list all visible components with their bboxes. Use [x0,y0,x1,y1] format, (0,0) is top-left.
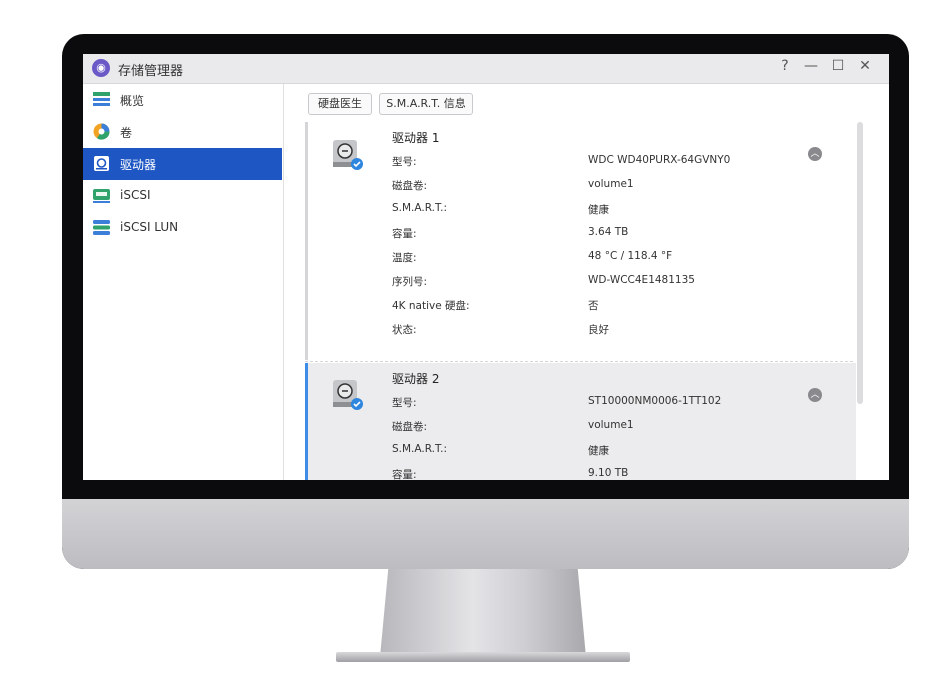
sidebar: 概览 卷 驱动器 iSCSI iSCSI LUN [83,84,284,480]
disk-doctor-button[interactable]: 硬盘医生 [308,93,372,115]
monitor-chin [62,499,909,569]
sidebar-item-iscsi[interactable]: iSCSI [83,180,282,212]
drive-field-label: 磁盘卷: [392,180,428,192]
hard-drive-icon [332,378,363,410]
help-button[interactable]: ? [775,58,795,74]
drive-icon [93,155,110,172]
monitor-bezel: ◉ 存储管理器 ? — ☐ ✕ 概览 卷 驱动器 iSCSI iSCSI LUN… [62,34,909,569]
drive-field-label: 4K native 硬盘: [392,300,470,312]
drive-field-label: S.M.A.R.T.: [392,202,448,214]
drive-field-label: 序列号: [392,276,428,288]
drive-field-value: 否 [588,300,599,312]
title-bar: ◉ 存储管理器 ? — ☐ ✕ [83,54,889,84]
scrollbar[interactable] [857,122,863,404]
smart-info-button[interactable]: S.M.A.R.T. 信息 [379,93,473,115]
sidebar-item-label: iSCSI LUN [120,220,179,234]
monitor-stand-neck [380,569,586,657]
minimize-button[interactable]: — [801,58,821,74]
drive-field-value: ST10000NM0006-1TT102 [588,395,722,407]
app-title: 存储管理器 [118,64,184,79]
hard-drive-icon [332,138,363,170]
overview-icon [93,91,110,108]
drive-card-2[interactable]: 驱动器 2 ︿ 型号: ST10000NM0006-1TT102 磁盘卷: vo… [305,363,856,480]
volume-pie-icon [93,123,110,140]
screen: ◉ 存储管理器 ? — ☐ ✕ 概览 卷 驱动器 iSCSI iSCSI LUN… [83,54,889,480]
sidebar-item-overview[interactable]: 概览 [83,84,282,116]
drive-field-value: 48 °C / 118.4 °F [588,250,673,262]
drive-title: 驱动器 2 [392,372,440,386]
main-panel: 硬盘医生 S.M.A.R.T. 信息 驱动器 1 ︿ 型号: WDC WD40P… [284,84,889,480]
sidebar-item-iscsi-lun[interactable]: iSCSI LUN [83,212,282,244]
drive-card-1[interactable]: 驱动器 1 ︿ 型号: WDC WD40PURX-64GVNY0 磁盘卷: vo… [305,122,856,360]
iscsi-lun-icon [93,219,110,236]
collapse-toggle-icon[interactable]: ︿ [808,388,822,402]
drive-title: 驱动器 1 [392,131,440,145]
monitor-stand-base [336,652,630,662]
maximize-button[interactable]: ☐ [828,58,848,74]
drive-field-value: WDC WD40PURX-64GVNY0 [588,154,731,166]
drive-field-label: 容量: [392,228,417,240]
drive-field-value: 良好 [588,324,609,336]
drive-field-label: 容量: [392,469,417,480]
storage-manager-icon: ◉ [92,59,110,77]
drive-field-value: 3.64 TB [588,226,629,238]
close-button[interactable]: ✕ [855,58,875,74]
drive-field-label: S.M.A.R.T.: [392,443,448,455]
drive-field-label: 状态: [392,324,417,336]
drive-field-label: 型号: [392,156,417,168]
sidebar-item-label: 驱动器 [120,158,157,172]
drive-field-label: 温度: [392,252,417,264]
iscsi-icon [93,187,110,204]
drive-field-label: 磁盘卷: [392,421,428,433]
divider [305,361,853,362]
drive-field-value: 健康 [588,445,609,457]
drive-field-value: 9.10 TB [588,467,629,479]
sidebar-item-volume[interactable]: 卷 [83,116,282,148]
collapse-toggle-icon[interactable]: ︿ [808,147,822,161]
drive-field-label: 型号: [392,397,417,409]
drive-field-value: volume1 [588,419,634,431]
sidebar-item-label: 概览 [120,94,145,108]
drive-field-value: WD-WCC4E1481135 [588,274,695,286]
sidebar-item-drives[interactable]: 驱动器 [83,148,282,180]
sidebar-item-label: 卷 [120,126,133,140]
drive-field-value: volume1 [588,178,634,190]
drive-field-value: 健康 [588,204,609,216]
sidebar-item-label: iSCSI [120,188,151,202]
